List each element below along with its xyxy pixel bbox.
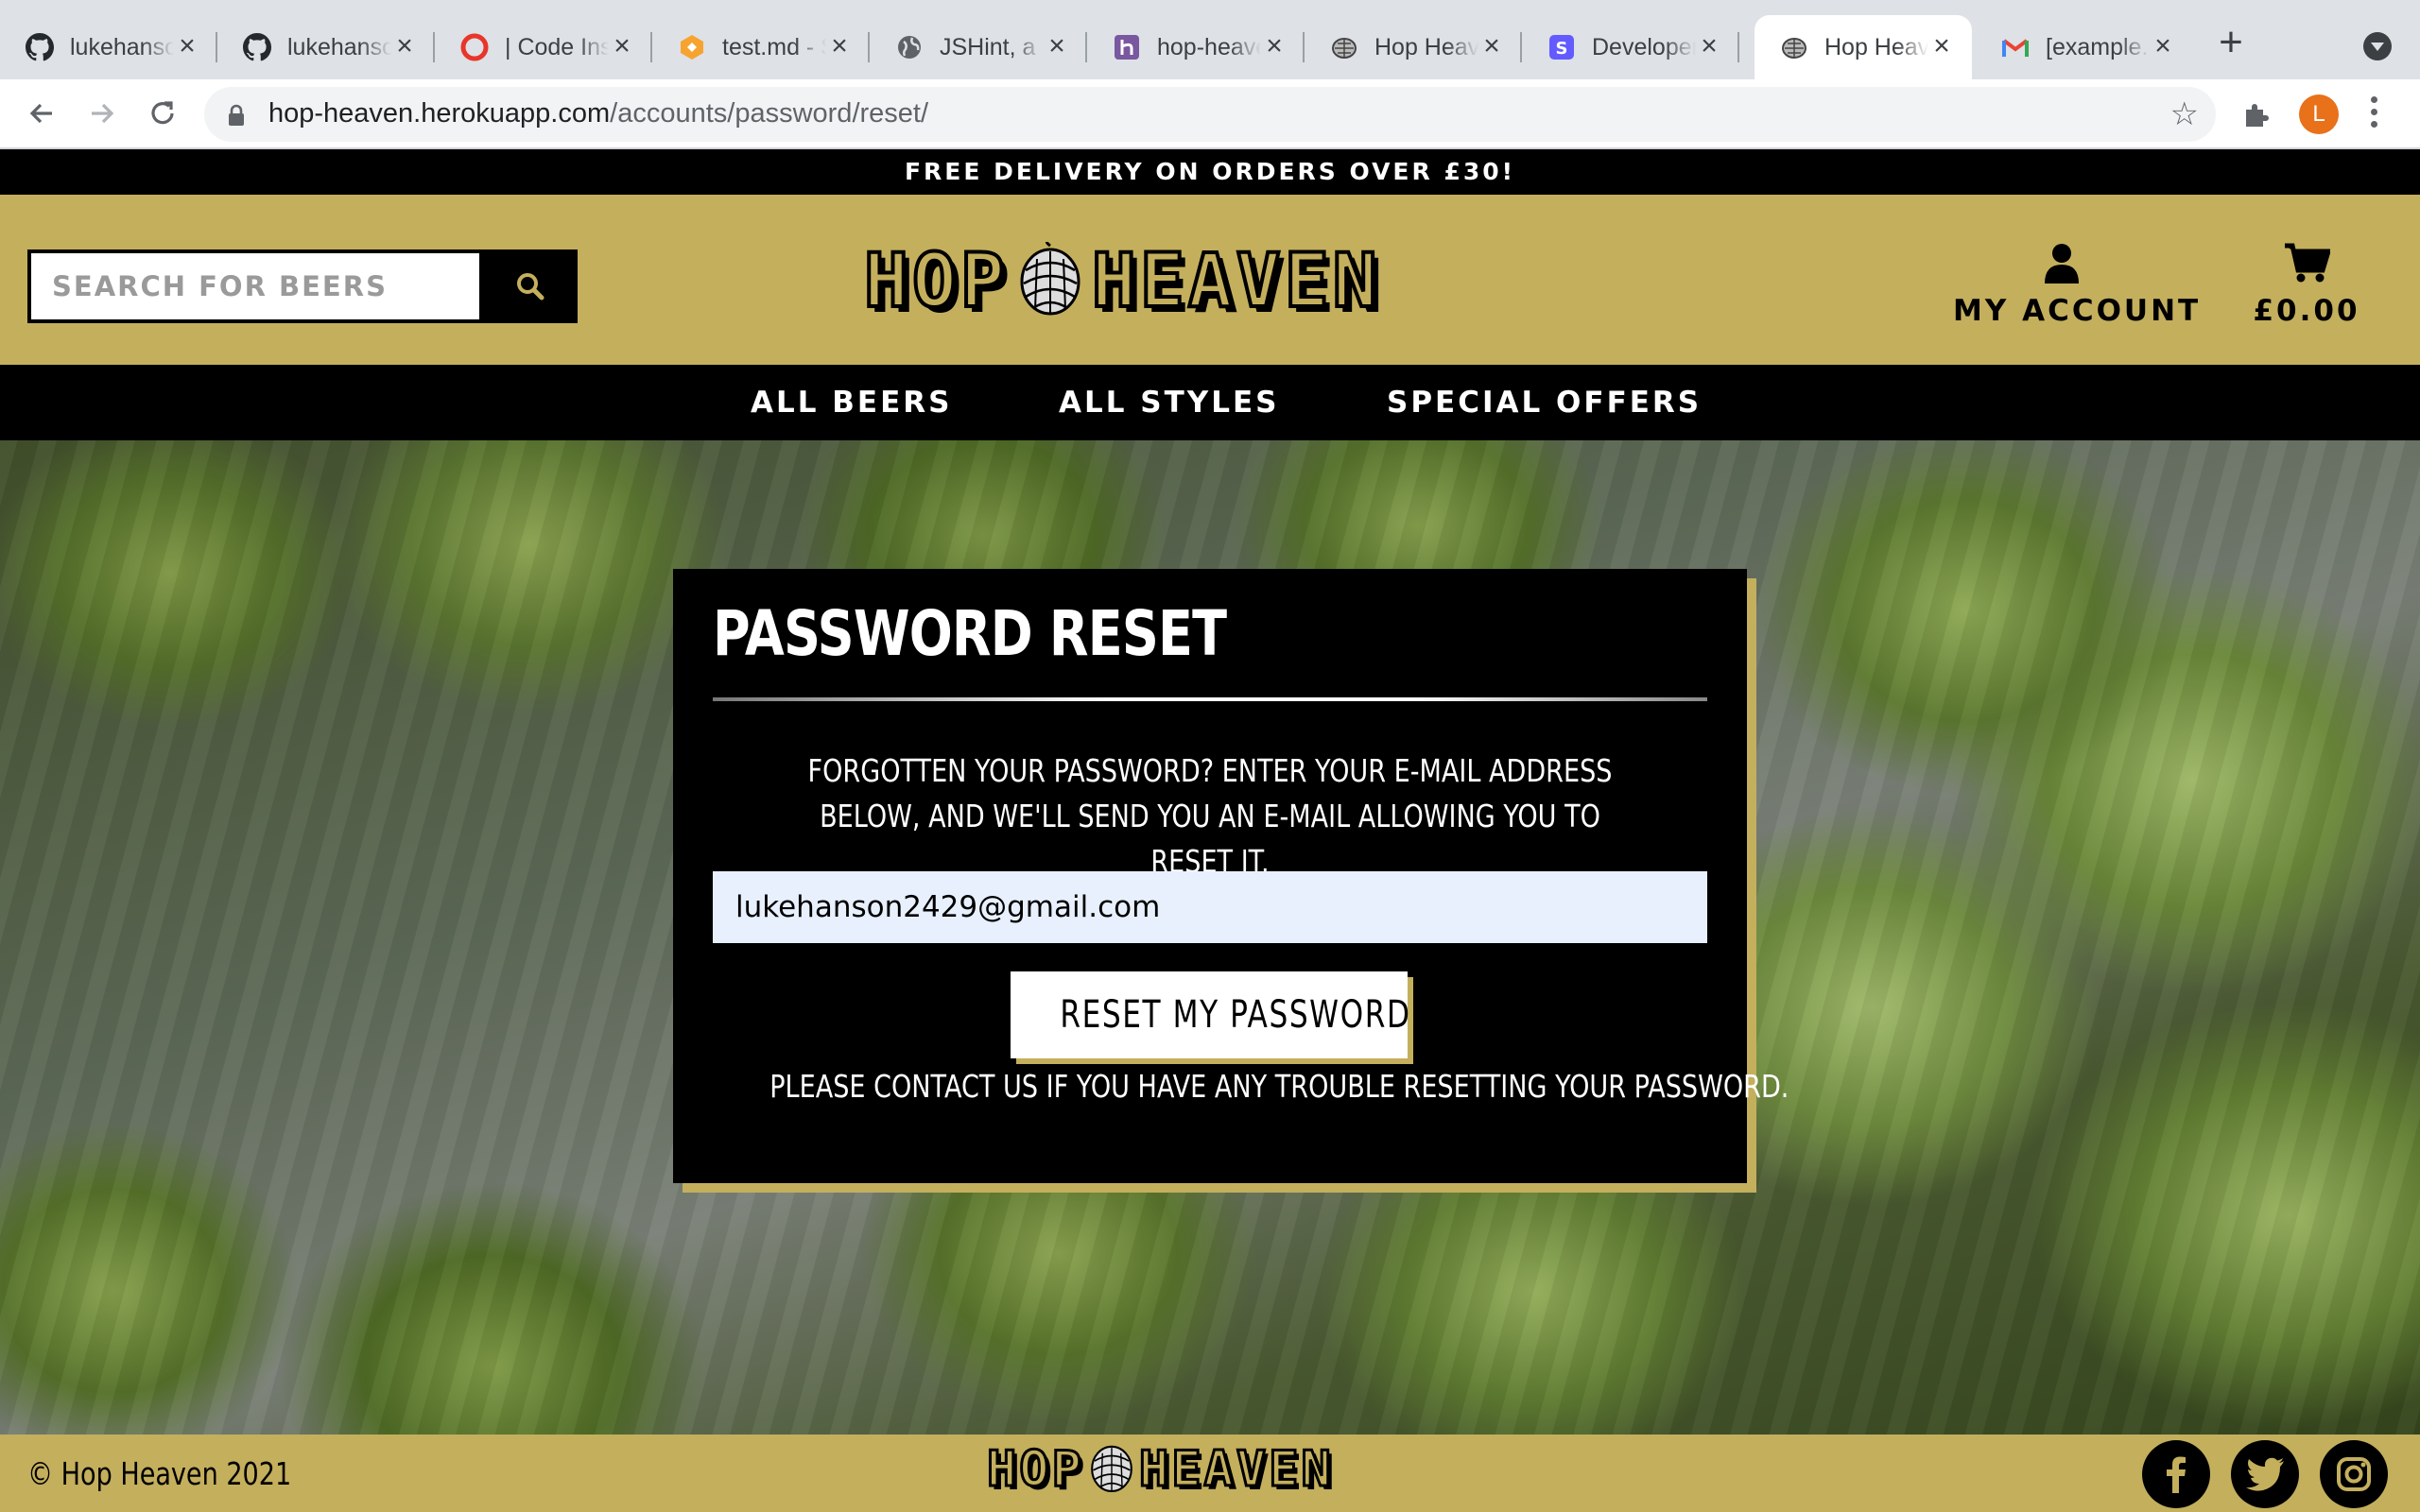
extensions-puzzle-icon[interactable] bbox=[2240, 100, 2271, 135]
bookmark-star-icon[interactable]: ☆ bbox=[2170, 98, 2199, 130]
shopping-bag-link[interactable]: £0.00 bbox=[2240, 242, 2373, 328]
close-icon[interactable]: × bbox=[174, 32, 200, 60]
cart-total: £0.00 bbox=[2253, 294, 2360, 328]
new-tab-button[interactable]: + bbox=[2212, 22, 2250, 63]
user-icon bbox=[2045, 244, 2079, 284]
logo-text-heaven: HEAVEN bbox=[1137, 1440, 1334, 1500]
stackedit-icon bbox=[677, 32, 707, 62]
search-input[interactable] bbox=[27, 249, 483, 323]
facebook-link[interactable] bbox=[2142, 1440, 2210, 1508]
my-account-label: MY ACCOUNT bbox=[1953, 294, 2202, 328]
search-button[interactable] bbox=[483, 249, 578, 323]
instagram-icon bbox=[2337, 1457, 2371, 1491]
tab-title: lukehanson bbox=[287, 33, 391, 60]
tab-title: lukehanson bbox=[70, 33, 174, 60]
page-title: PASSWORD RESET bbox=[713, 597, 1227, 670]
tab-title: [example.com] bbox=[2046, 33, 2150, 60]
close-icon[interactable]: × bbox=[2150, 32, 2176, 60]
browser-tab[interactable]: test.md - StackEdit × bbox=[652, 15, 870, 79]
stripe-icon: S bbox=[1547, 32, 1577, 62]
gmail-icon bbox=[2000, 32, 2031, 62]
address-bar[interactable]: hop-heaven.herokuapp.com/accounts/passwo… bbox=[204, 87, 2216, 142]
browser-tab[interactable]: Hop Heaven × bbox=[1305, 15, 1522, 79]
tab-title: Developers bbox=[1592, 33, 1696, 60]
browser-tab[interactable]: | Code Institute × bbox=[435, 15, 652, 79]
main-nav: ALL BEERS ALL STYLES SPECIAL OFFERS bbox=[0, 365, 2420, 440]
heroku-icon bbox=[1112, 32, 1142, 62]
close-icon[interactable]: × bbox=[826, 32, 853, 60]
reload-icon bbox=[151, 101, 174, 125]
browser-toolbar: hop-heaven.herokuapp.com/accounts/passwo… bbox=[0, 79, 2420, 149]
copyright-text: © Hop Heaven 2021 bbox=[27, 1455, 292, 1492]
close-icon[interactable]: × bbox=[1928, 32, 1955, 60]
twitter-icon bbox=[2246, 1457, 2284, 1491]
reset-password-button[interactable]: RESET MY PASSWORD bbox=[1011, 971, 1411, 1058]
tab-title: Hop Heaven bbox=[1824, 33, 1928, 60]
github-icon bbox=[25, 32, 55, 62]
logo-text-heaven: HEAVEN bbox=[1090, 239, 1381, 324]
hop-icon bbox=[1779, 32, 1809, 62]
search-form bbox=[27, 249, 578, 323]
browser-tab[interactable]: S Developers × bbox=[1522, 15, 1739, 79]
tab-search-button[interactable] bbox=[2363, 32, 2392, 60]
search-icon bbox=[517, 273, 544, 301]
reload-button[interactable] bbox=[142, 93, 183, 134]
tab-title: test.md - StackEdit bbox=[722, 33, 826, 60]
cart-icon bbox=[2285, 243, 2332, 283]
close-icon[interactable]: × bbox=[1044, 32, 1070, 60]
facebook-icon bbox=[2167, 1456, 2186, 1493]
profile-avatar[interactable]: L bbox=[2299, 94, 2339, 134]
browser-tab[interactable]: [example.com] × bbox=[1976, 15, 2193, 79]
close-icon[interactable]: × bbox=[1261, 32, 1288, 60]
svg-text:S: S bbox=[1556, 39, 1568, 59]
site-footer: © Hop Heaven 2021 HOP HEAVEN bbox=[0, 1435, 2420, 1512]
twitter-link[interactable] bbox=[2231, 1440, 2299, 1508]
browser-tab[interactable]: hop-heaven × bbox=[1087, 15, 1305, 79]
footer-logo[interactable]: HOP HEAVEN bbox=[986, 1438, 1334, 1501]
logo-text-hop: HOP bbox=[862, 239, 1009, 324]
close-icon[interactable]: × bbox=[609, 32, 635, 60]
browser-tab-bar: lukehanson × lukehanson × | Code Institu… bbox=[0, 0, 2420, 79]
email-field[interactable] bbox=[713, 871, 1707, 943]
close-icon[interactable]: × bbox=[1478, 32, 1505, 60]
browser-tab-active[interactable]: Hop Heaven × bbox=[1754, 15, 1972, 79]
site-logo[interactable]: HOP HEAVEN bbox=[862, 238, 1381, 324]
opera-icon bbox=[459, 32, 490, 62]
browser-tab[interactable]: lukehanson × bbox=[217, 15, 435, 79]
nav-special-offers[interactable]: SPECIAL OFFERS bbox=[1387, 365, 1702, 440]
github-icon bbox=[242, 32, 272, 62]
browser-tab[interactable]: lukehanson × bbox=[0, 15, 217, 79]
tab-title: JSHint, a JavaScript bbox=[940, 33, 1044, 60]
reset-password-label: RESET MY PASSWORD bbox=[1060, 993, 1411, 1037]
globe-icon bbox=[894, 32, 925, 62]
back-button[interactable] bbox=[21, 93, 62, 134]
site-header: HOP HEAVEN MY ACCOUNT £0.00 bbox=[0, 195, 2420, 365]
password-reset-card: PASSWORD RESET FORGOTTEN YOUR PASSWORD? … bbox=[673, 569, 1789, 1183]
title-divider bbox=[713, 697, 1707, 701]
browser-menu-icon[interactable] bbox=[2369, 96, 2378, 134]
tab-title: Hop Heaven bbox=[1374, 33, 1478, 60]
hop-cone-icon bbox=[1016, 238, 1084, 322]
forward-button[interactable] bbox=[81, 93, 123, 134]
my-account-link[interactable]: MY ACCOUNT bbox=[1953, 242, 2202, 328]
nav-all-beers[interactable]: ALL BEERS bbox=[751, 365, 952, 440]
nav-all-styles[interactable]: ALL STYLES bbox=[1059, 365, 1279, 440]
help-text: PLEASE CONTACT US IF YOU HAVE ANY TROUBL… bbox=[769, 1068, 1789, 1105]
arrow-left-icon bbox=[29, 103, 52, 124]
tab-title: | Code Institute bbox=[505, 33, 609, 60]
logo-text-hop: HOP bbox=[986, 1440, 1084, 1500]
close-icon[interactable]: × bbox=[1696, 32, 1722, 60]
hop-cone-icon bbox=[1088, 1440, 1135, 1500]
tab-title: hop-heaven bbox=[1157, 33, 1261, 60]
close-icon[interactable]: × bbox=[391, 32, 418, 60]
instagram-link[interactable] bbox=[2320, 1440, 2388, 1508]
hop-heaven-site: FREE DELIVERY ON ORDERS OVER £30! HOP HE… bbox=[0, 149, 2420, 1512]
reset-instructions: FORGOTTEN YOUR PASSWORD? ENTER YOUR E-MA… bbox=[807, 752, 1613, 880]
delivery-banner: FREE DELIVERY ON ORDERS OVER £30! bbox=[0, 149, 2420, 195]
arrow-right-icon bbox=[92, 103, 114, 124]
url-text: hop-heaven.herokuapp.com/accounts/passwo… bbox=[268, 98, 929, 129]
hop-icon bbox=[1329, 32, 1359, 62]
browser-tab[interactable]: JSHint, a JavaScript × bbox=[870, 15, 1087, 79]
lock-icon bbox=[227, 104, 246, 131]
